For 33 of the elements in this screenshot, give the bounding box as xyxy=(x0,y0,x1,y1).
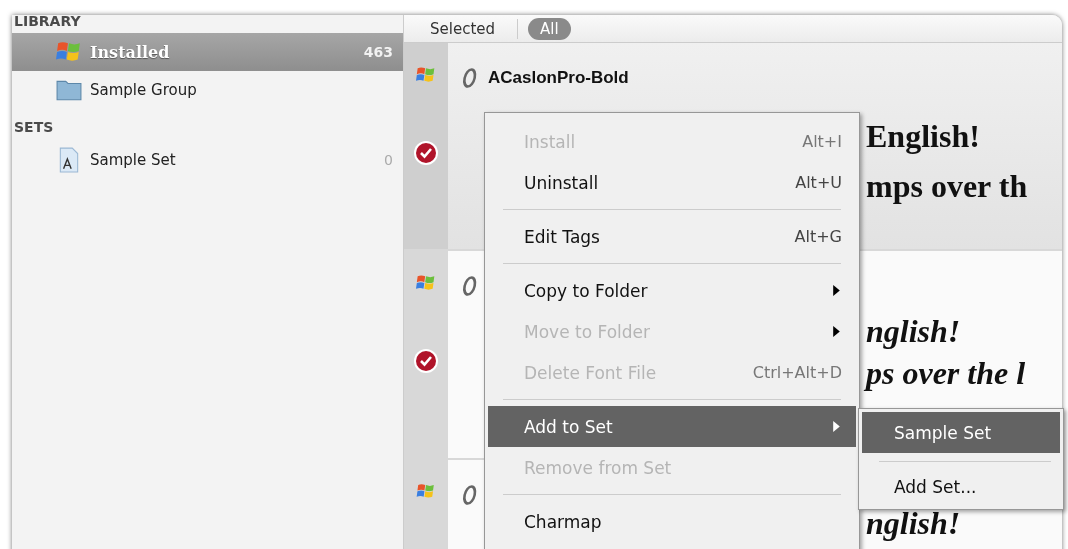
section-header: SETS xyxy=(13,118,55,137)
windows-logo-icon xyxy=(416,65,436,85)
opentype-icon xyxy=(462,67,478,89)
item-label: Installed xyxy=(90,42,171,62)
font-sample: nglish! xyxy=(866,504,961,543)
sidebar-item[interactable]: Sample Set 0 xyxy=(12,141,403,179)
check-circle-icon xyxy=(413,348,439,374)
item-count: 463 xyxy=(363,44,393,60)
windows-logo-icon xyxy=(416,273,436,293)
item-label: Sample Set xyxy=(90,151,177,169)
opentype-icon xyxy=(462,484,478,506)
menu-item[interactable]: Add to Set xyxy=(488,406,856,447)
menu-item[interactable]: Charmap xyxy=(488,501,856,542)
submenu-arrow-icon xyxy=(833,421,840,432)
menu-item[interactable]: Sample Set xyxy=(862,412,1060,453)
view-tab[interactable]: Selected xyxy=(418,17,508,40)
windows-logo-icon xyxy=(416,482,436,501)
item-label: Sample Group xyxy=(90,81,198,99)
font-sample: mps over th xyxy=(866,167,1028,206)
menu-item[interactable]: Add Set... xyxy=(862,466,1060,507)
font-sample: nglish! xyxy=(866,312,961,351)
opentype-icon xyxy=(462,275,478,297)
font-name: ACaslonPro-Bold xyxy=(488,68,629,88)
menu-item[interactable]: Uninstall Alt+U xyxy=(488,162,856,203)
menu-item[interactable]: Copy to Folder xyxy=(488,270,856,311)
section-header: LIBRARY xyxy=(13,15,82,31)
submenu-arrow-icon xyxy=(833,326,840,337)
check-circle-icon xyxy=(413,140,439,166)
sidebar-item[interactable]: Sample Group xyxy=(12,71,403,109)
item-count: 0 xyxy=(384,152,393,168)
font-sample: English! xyxy=(866,117,980,156)
submenu-arrow-icon xyxy=(833,285,840,296)
menu-item[interactable]: Edit Tags Alt+G xyxy=(488,216,856,257)
